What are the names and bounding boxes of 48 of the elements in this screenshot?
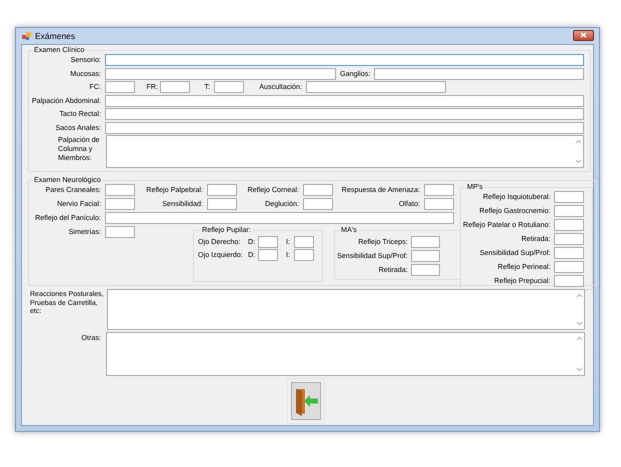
input-field[interactable] bbox=[410, 236, 440, 248]
app-icon bbox=[22, 32, 31, 40]
input-field[interactable] bbox=[207, 184, 237, 196]
close-button[interactable] bbox=[573, 30, 594, 40]
text-area[interactable] bbox=[107, 289, 585, 330]
input-field[interactable] bbox=[105, 226, 135, 238]
scroll-down-icon[interactable] bbox=[576, 367, 583, 372]
input-field[interactable] bbox=[105, 54, 584, 66]
scroll-down-icon[interactable] bbox=[575, 159, 582, 164]
input-field[interactable] bbox=[105, 108, 584, 120]
input-field[interactable] bbox=[303, 198, 333, 210]
scroll-up-icon[interactable] bbox=[576, 336, 583, 341]
input-field[interactable] bbox=[105, 122, 584, 134]
input-field[interactable] bbox=[258, 249, 278, 261]
input-field[interactable] bbox=[410, 264, 440, 276]
text-area[interactable] bbox=[106, 135, 584, 168]
input-field[interactable] bbox=[554, 205, 584, 217]
scroll-down-icon[interactable] bbox=[576, 321, 583, 326]
input-field[interactable] bbox=[105, 198, 135, 210]
scroll-up-icon[interactable] bbox=[575, 139, 582, 144]
input-field[interactable] bbox=[554, 219, 584, 231]
exit-button[interactable] bbox=[286, 378, 324, 424]
close-icon bbox=[580, 32, 587, 38]
input-field[interactable] bbox=[554, 275, 584, 287]
input-field[interactable] bbox=[424, 184, 454, 196]
text-area[interactable] bbox=[106, 332, 585, 376]
input-field[interactable] bbox=[424, 198, 454, 210]
input-field[interactable] bbox=[294, 249, 314, 261]
input-field[interactable] bbox=[294, 236, 314, 248]
input-field[interactable] bbox=[554, 233, 584, 245]
input-field[interactable] bbox=[105, 68, 336, 80]
scroll-up-icon[interactable] bbox=[576, 293, 583, 298]
input-field[interactable] bbox=[554, 261, 584, 273]
input-field[interactable] bbox=[105, 212, 454, 224]
input-field[interactable] bbox=[105, 94, 584, 106]
input-field[interactable] bbox=[105, 81, 135, 93]
input-field[interactable] bbox=[214, 81, 244, 93]
input-field[interactable] bbox=[207, 198, 237, 210]
input-field[interactable] bbox=[258, 236, 278, 248]
input-field[interactable] bbox=[160, 81, 190, 93]
input-field[interactable] bbox=[374, 68, 584, 80]
input-field[interactable] bbox=[105, 184, 135, 196]
input-field[interactable] bbox=[410, 250, 440, 262]
window-title: Exámenes bbox=[35, 31, 76, 41]
input-field[interactable] bbox=[303, 184, 333, 196]
input-field[interactable] bbox=[306, 81, 446, 93]
input-field[interactable] bbox=[554, 247, 584, 259]
input-field[interactable] bbox=[554, 191, 584, 203]
